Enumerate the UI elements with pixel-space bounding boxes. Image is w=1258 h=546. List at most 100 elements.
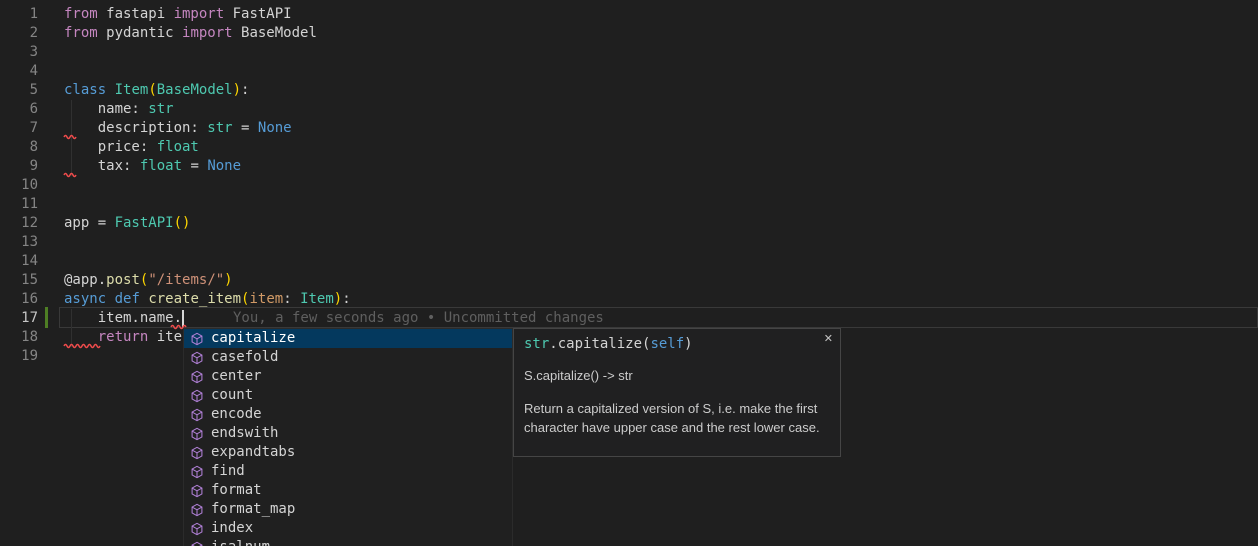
suggest-item-label: endswith bbox=[211, 424, 278, 443]
code-line-4[interactable]: 4 bbox=[0, 62, 1258, 81]
code-token: class bbox=[64, 82, 106, 98]
code-line-14[interactable]: 14 bbox=[0, 252, 1258, 271]
method-icon bbox=[190, 369, 206, 385]
code-token: FastAPI bbox=[115, 215, 174, 231]
git-blame-annotation: You, a few seconds ago • Uncommitted cha… bbox=[233, 309, 604, 328]
code-token: ) bbox=[684, 336, 692, 352]
code-token: BaseModel bbox=[233, 25, 317, 41]
suggest-item-count[interactable]: count bbox=[184, 386, 512, 405]
code-line-6[interactable]: 6 name: str bbox=[0, 100, 1258, 119]
suggest-item-label: capitalize bbox=[211, 329, 295, 348]
code-line-8[interactable]: 8 price: float bbox=[0, 138, 1258, 157]
suggest-item-isalnum[interactable]: isalnum bbox=[184, 538, 512, 546]
line-number: 1 bbox=[0, 5, 38, 24]
code-token: "/items/" bbox=[148, 272, 224, 288]
code-token: Item bbox=[115, 82, 149, 98]
code-token: from bbox=[64, 6, 98, 22]
code-line-5[interactable]: 5class Item(BaseModel): bbox=[0, 81, 1258, 100]
code-line-17[interactable]: 17 item.name. bbox=[0, 309, 1258, 328]
code-token: return bbox=[98, 329, 149, 345]
code-token: price: bbox=[64, 139, 157, 155]
code-token: def bbox=[115, 291, 140, 307]
suggest-item-label: index bbox=[211, 519, 253, 538]
code-token: None bbox=[207, 158, 241, 174]
code-token: None bbox=[258, 120, 292, 136]
code-token: create_item bbox=[148, 291, 241, 307]
suggest-item-encode[interactable]: encode bbox=[184, 405, 512, 424]
code-line-15[interactable]: 15@app.post("/items/") bbox=[0, 271, 1258, 290]
code-token: Item bbox=[300, 291, 334, 307]
code-token: = bbox=[233, 120, 258, 136]
close-icon[interactable]: ✕ bbox=[824, 334, 833, 345]
code-token: : bbox=[241, 82, 249, 98]
gutter-modified-indicator bbox=[45, 307, 48, 328]
line-number: 16 bbox=[0, 290, 38, 309]
line-number: 12 bbox=[0, 214, 38, 233]
suggest-item-endswith[interactable]: endswith bbox=[184, 424, 512, 443]
suggest-item-expandtabs[interactable]: expandtabs bbox=[184, 443, 512, 462]
code-line-7[interactable]: 7 description: str = None bbox=[0, 119, 1258, 138]
code-token: : bbox=[283, 291, 300, 307]
code-token: str bbox=[207, 120, 232, 136]
code-line-13[interactable]: 13 bbox=[0, 233, 1258, 252]
suggest-item-capitalize[interactable]: capitalize bbox=[184, 329, 512, 348]
code-token: = bbox=[182, 158, 207, 174]
suggest-item-label: expandtabs bbox=[211, 443, 295, 462]
code-token: .capitalize( bbox=[549, 336, 650, 352]
line-number: 7 bbox=[0, 119, 38, 138]
code-token: str bbox=[524, 336, 549, 352]
code-line-2[interactable]: 2from pydantic import BaseModel bbox=[0, 24, 1258, 43]
code-token: fastapi bbox=[98, 6, 174, 22]
code-token: str bbox=[148, 101, 173, 117]
code-line-9[interactable]: 9 tax: float = None bbox=[0, 157, 1258, 176]
suggest-docs-description: Return a capitalized version of S, i.e. … bbox=[524, 399, 830, 437]
line-number: 19 bbox=[0, 347, 38, 366]
code-token: ) bbox=[233, 82, 241, 98]
suggest-docs-body: S.capitalize() -> str Return a capitaliz… bbox=[514, 354, 840, 437]
code-line-11[interactable]: 11 bbox=[0, 195, 1258, 214]
line-number: 6 bbox=[0, 100, 38, 119]
suggest-docs-return-line: S.capitalize() -> str bbox=[524, 366, 830, 385]
suggest-item-format_map[interactable]: format_map bbox=[184, 500, 512, 519]
method-icon bbox=[190, 502, 206, 518]
line-number: 14 bbox=[0, 252, 38, 271]
suggest-item-center[interactable]: center bbox=[184, 367, 512, 386]
code-token: import bbox=[174, 6, 225, 22]
code-token: app = bbox=[64, 215, 115, 231]
code-line-10[interactable]: 10 bbox=[0, 176, 1258, 195]
code-line-1[interactable]: 1from fastapi import FastAPI bbox=[0, 5, 1258, 24]
code-token: float bbox=[140, 158, 182, 174]
suggest-item-label: encode bbox=[211, 405, 262, 424]
suggest-item-casefold[interactable]: casefold bbox=[184, 348, 512, 367]
line-number: 9 bbox=[0, 157, 38, 176]
error-squiggle bbox=[64, 343, 99, 348]
suggest-item-label: format_map bbox=[211, 500, 295, 519]
code-line-3[interactable]: 3 bbox=[0, 43, 1258, 62]
suggest-item-label: isalnum bbox=[211, 538, 270, 546]
code-token bbox=[106, 291, 114, 307]
method-icon bbox=[190, 483, 206, 499]
suggest-item-find[interactable]: find bbox=[184, 462, 512, 481]
line-number: 13 bbox=[0, 233, 38, 252]
suggest-item-index[interactable]: index bbox=[184, 519, 512, 538]
code-token: ite bbox=[148, 329, 182, 345]
code-line-12[interactable]: 12 app = FastAPI() bbox=[0, 214, 1258, 233]
code-token: pydantic bbox=[98, 25, 182, 41]
code-token: @app. bbox=[64, 272, 106, 288]
code-token: : bbox=[342, 291, 350, 307]
code-token: () bbox=[174, 215, 191, 231]
code-token bbox=[106, 82, 114, 98]
line-number: 18 bbox=[0, 328, 38, 347]
code-token: ) bbox=[224, 272, 232, 288]
method-icon bbox=[190, 388, 206, 404]
error-squiggle bbox=[64, 172, 74, 177]
suggest-item-format[interactable]: format bbox=[184, 481, 512, 500]
code-token: async bbox=[64, 291, 106, 307]
method-icon bbox=[190, 445, 206, 461]
suggest-docs-signature: str.capitalize(self) bbox=[514, 329, 840, 354]
code-line-16[interactable]: 16async def create_item(item: Item): bbox=[0, 290, 1258, 309]
line-number: 17 bbox=[0, 309, 38, 328]
method-icon bbox=[190, 350, 206, 366]
code-editor[interactable]: 1 from fastapi import FastAPI 2from pydant… bbox=[0, 0, 1258, 546]
code-token: float bbox=[157, 139, 199, 155]
